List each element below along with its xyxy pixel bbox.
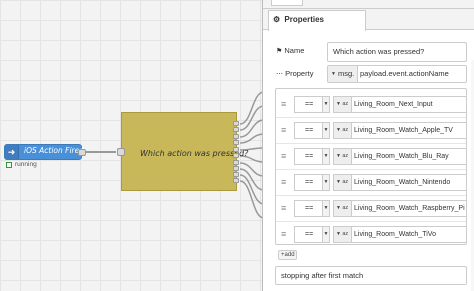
output-port[interactable] [233,147,239,152]
rule-value-input[interactable]: Living_Room_Watch_Raspberry_Pi [351,200,466,217]
drag-handle-icon[interactable]: ≡ [281,126,286,135]
tab-properties[interactable]: ⚙ Properties [268,10,366,31]
status-dot-icon [6,162,12,168]
rule-operator-select[interactable]: == [294,148,322,165]
output-port[interactable] [233,153,239,158]
drag-handle-icon[interactable]: ≡ [281,204,286,213]
ios-action-node[interactable]: ➜ iOS Action Fired [4,144,86,160]
output-port[interactable] [78,149,86,156]
gear-icon: ⚙ [273,15,281,24]
name-label-text: Name [284,46,305,55]
panel-top-strip [263,0,474,9]
caret-down-icon: ▼ [336,101,341,107]
drag-handle-icon[interactable]: ≡ [281,152,286,161]
rule-type-text: az [342,153,349,159]
input-port[interactable] [117,148,125,156]
tab-stub[interactable] [271,0,303,6]
caret-down-icon: ▼ [336,127,341,133]
rule-type-select[interactable]: ▼ az [333,96,351,113]
rule-type-text: az [342,127,349,133]
wire [239,174,262,205]
add-rule-button[interactable]: +add [278,250,297,260]
rule-operator-select[interactable]: == [294,226,322,243]
output-port[interactable] [233,134,239,139]
rule-row: ≡ == ▼ ▼ az Living_Room_Watch_TiVo [276,222,466,244]
property-label-text: Property [285,69,314,78]
tab-bar: ⚙ Properties [263,9,474,31]
rule-type-text: az [342,205,349,211]
rule-row: ≡ == ▼ ▼ az Living_Room_Watch_Nintendo [276,170,466,196]
name-input[interactable]: Which action was pressed? [327,42,467,62]
stop-mode-select[interactable]: stopping after first match [275,266,467,285]
ios-node-label: iOS Action Fired [24,146,84,155]
tab-properties-label: Properties [284,15,324,24]
drag-handle-icon[interactable]: ≡ [281,230,286,239]
drag-handle-icon[interactable]: ≡ [281,178,286,187]
rule-type-select[interactable]: ▼ az [333,226,351,243]
rules-list[interactable]: ≡ == ▼ ▼ az Living_Room_Next_Input ≡ == ▼ ▼ az Li… [275,88,467,245]
switch-node[interactable]: Which action was pressed? [117,112,248,191]
output-port[interactable] [233,140,239,145]
rule-operator-select[interactable]: == [294,174,322,191]
property-type-select[interactable]: ▼ msg. [327,65,357,83]
rule-type-select[interactable]: ▼ az [333,122,351,139]
property-label: ⋯ Property [276,69,313,78]
add-rule-label: add [284,252,295,258]
output-port[interactable] [233,178,239,183]
rule-row: ≡ == ▼ ▼ az Living_Room_Watch_Raspberry_Pi [276,196,466,222]
rule-value-input[interactable]: Living_Room_Watch_Nintendo [351,174,466,191]
rule-operator-select[interactable]: == [294,200,322,217]
property-type-text: msg. [337,69,355,78]
arrow-right-icon: ➜ [5,145,19,159]
caret-down-icon[interactable]: ▼ [322,122,330,139]
caret-down-icon[interactable]: ▼ [322,174,330,191]
rule-operator-select[interactable]: == [294,122,322,139]
caret-down-icon[interactable]: ▼ [322,200,330,217]
caret-down-icon: ▼ [336,179,341,185]
rule-type-select[interactable]: ▼ az [333,148,351,165]
rule-type-text: az [342,179,349,185]
rule-type-text: az [342,231,349,237]
flow-canvas[interactable]: ➜ iOS Action Fired running Which action … [0,0,262,291]
caret-down-icon[interactable]: ▼ [322,148,330,165]
caret-down-icon[interactable]: ▼ [322,226,330,243]
wire [239,133,262,144]
status-text: running [15,161,37,168]
rule-value-input[interactable]: Living_Room_Watch_TiVo [351,226,466,243]
drag-handle-icon[interactable]: ≡ [281,100,286,109]
output-port[interactable] [233,172,239,177]
name-label: ⚑ Name [276,46,304,55]
rule-operator-select[interactable]: == [294,96,322,113]
rule-row: ≡ == ▼ ▼ az Living_Room_Watch_Apple_TV [276,118,466,144]
rule-type-text: az [342,101,349,107]
caret-down-icon: ▼ [336,153,341,159]
rule-row: ≡ == ▼ ▼ az Living_Room_Next_Input [276,92,466,118]
caret-down-icon: ▼ [331,71,336,78]
output-port[interactable] [233,127,239,132]
output-port[interactable] [233,166,239,171]
caret-down-icon[interactable]: ▼ [322,96,330,113]
ellipsis-icon: ⋯ [276,71,283,78]
output-port[interactable] [233,121,239,126]
rule-value-input[interactable]: Living_Room_Watch_Blu_Ray [351,148,466,165]
caret-down-icon: ▼ [336,231,341,237]
rule-row: ≡ == ▼ ▼ az Living_Room_Watch_Blu_Ray [276,144,466,170]
rule-value-input[interactable]: Living_Room_Next_Input [351,96,466,113]
rule-type-select[interactable]: ▼ az [333,200,351,217]
rule-value-input[interactable]: Living_Room_Watch_Apple_TV [351,122,466,139]
tag-icon: ⚑ [276,48,283,55]
property-input[interactable]: payload.event.actionName [357,65,467,83]
rule-type-select[interactable]: ▼ az [333,174,351,191]
output-port[interactable] [233,160,239,165]
caret-down-icon: ▼ [336,205,341,211]
